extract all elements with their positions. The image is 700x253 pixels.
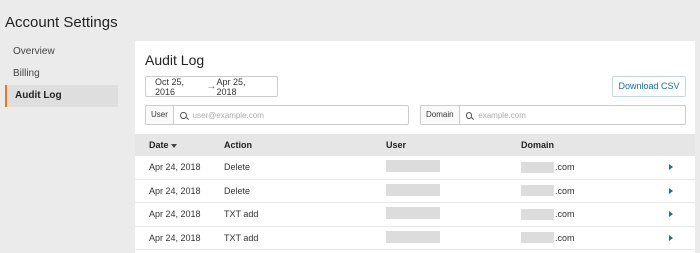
redacted-user	[386, 230, 440, 243]
row-user	[386, 160, 521, 174]
user-search-input[interactable]	[192, 110, 408, 120]
chevron-right-icon	[669, 164, 673, 171]
user-filter-label: User	[146, 106, 174, 124]
row-domain-suffix: .com	[555, 162, 575, 173]
row-expand-icon[interactable]	[661, 233, 681, 243]
download-csv-button[interactable]: Download CSV	[612, 76, 686, 97]
row-action: TXT add	[224, 209, 259, 220]
user-filter: User	[145, 105, 409, 125]
table-row[interactable]: Apr 24, 2018 Delete .com	[135, 156, 695, 180]
row-domain: .com	[521, 208, 661, 220]
sort-desc-icon	[170, 143, 177, 148]
search-icon	[179, 111, 187, 119]
redacted-user	[386, 207, 440, 220]
audit-log-panel: Audit Log Oct 25, 2016 → Apr 25, 2018 Do…	[135, 41, 695, 253]
redacted-domain	[521, 161, 554, 173]
row-user	[386, 183, 521, 198]
chevron-right-icon	[669, 211, 673, 218]
audit-table: Date Action User Domain Apr 24, 2018 Del…	[135, 134, 695, 250]
redacted-domain	[521, 232, 554, 244]
domain-filter-field	[460, 106, 685, 124]
section-title: Audit Log	[145, 52, 205, 68]
page-title: Account Settings	[5, 14, 118, 31]
column-header-domain: Domain	[521, 140, 555, 150]
domain-filter: Domain	[420, 105, 686, 125]
row-action: Delete	[224, 185, 251, 196]
date-range-end: Apr 25, 2018	[216, 76, 246, 97]
redacted-domain	[521, 208, 554, 220]
user-filter-field	[174, 106, 408, 124]
domain-search-input[interactable]	[478, 110, 685, 120]
redacted-user	[386, 183, 440, 196]
row-domain-suffix: .com	[555, 209, 575, 220]
row-expand-icon[interactable]	[661, 162, 681, 172]
search-icon	[465, 111, 473, 119]
row-domain: .com	[521, 161, 661, 173]
sidebar: Overview Billing Audit Log	[5, 41, 118, 107]
row-date: Apr 24, 2018	[149, 162, 201, 173]
column-header-action: Action	[224, 140, 252, 150]
row-domain-suffix: .com	[555, 185, 575, 196]
arrow-right-icon: →	[206, 81, 217, 92]
sidebar-item-audit-log[interactable]: Audit Log	[5, 85, 118, 107]
redacted-domain	[521, 185, 554, 197]
table-row[interactable]: Apr 24, 2018 Delete .com	[135, 180, 695, 203]
row-date: Apr 24, 2018	[149, 209, 201, 220]
column-header-user: User	[386, 140, 407, 150]
row-domain-suffix: .com	[555, 232, 575, 243]
row-domain: .com	[521, 232, 661, 244]
column-header-date[interactable]: Date	[135, 140, 224, 150]
column-header-date-label: Date	[149, 140, 169, 150]
redacted-user	[386, 160, 440, 173]
table-row[interactable]: Apr 24, 2018 TXT add .com	[135, 227, 695, 250]
chevron-right-icon	[669, 234, 673, 241]
date-range-start: Oct 25, 2016	[155, 76, 185, 97]
row-action: TXT add	[224, 232, 259, 243]
sidebar-item-billing[interactable]: Billing	[5, 63, 118, 85]
row-expand-icon[interactable]	[661, 209, 681, 219]
row-user	[386, 230, 521, 245]
chevron-right-icon	[669, 187, 673, 194]
row-date: Apr 24, 2018	[149, 232, 201, 243]
row-action: Delete	[224, 162, 251, 173]
sidebar-item-overview[interactable]: Overview	[5, 41, 118, 63]
table-header: Date Action User Domain	[135, 134, 695, 156]
row-date: Apr 24, 2018	[149, 185, 201, 196]
domain-filter-label: Domain	[421, 106, 460, 124]
row-domain: .com	[521, 185, 661, 197]
date-range-picker[interactable]: Oct 25, 2016 → Apr 25, 2018	[145, 76, 278, 97]
table-row[interactable]: Apr 24, 2018 TXT add .com	[135, 203, 695, 227]
row-expand-icon[interactable]	[661, 186, 681, 196]
row-user	[386, 207, 521, 221]
